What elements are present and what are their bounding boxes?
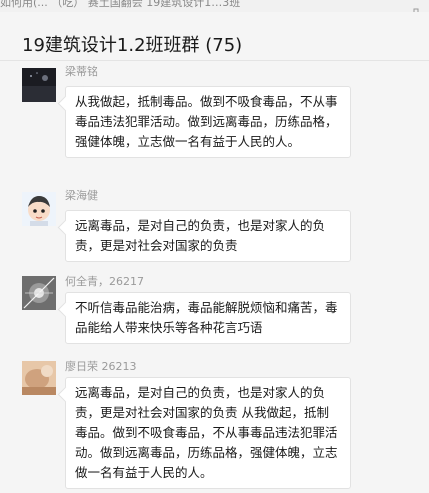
breadcrumb[interactable]: 如何用(... （吃） 赛土国翻会 19建筑设计1…3班	[0, 0, 240, 10]
chat-header: 19建筑设计1.2班班群 (75)	[0, 12, 429, 61]
child-cartoon-avatar-icon	[22, 192, 56, 226]
message-bubble[interactable]: 从我做起，抵制毒品。做到不吸食毒品，不从事毒品违法犯罪活动。做到远离毒品，历练品…	[65, 86, 351, 158]
window-tab-strip: 如何用(... （吃） 赛土国翻会 19建筑设计1…3班	[0, 0, 429, 12]
message-bubble[interactable]: 远离毒品，是对自己的负责，也是对家人的负责，更是对社会对国家的负责 从我做起，抵…	[65, 377, 351, 489]
message-bubble[interactable]: 远离毒品，是对自己的负责，也是对家人的负责，更是对社会对国家的负责	[65, 210, 351, 262]
chat-title[interactable]: 19建筑设计1.2班班群 (75)	[22, 31, 242, 57]
message-text: 从我做起，抵制毒品。做到不吸食毒品，不从事毒品违法犯罪活动。做到远离毒品，历练品…	[75, 94, 338, 149]
avatar[interactable]	[22, 276, 56, 310]
light-flare-avatar-icon	[22, 276, 56, 310]
avatar[interactable]	[22, 192, 56, 226]
sender-name: 廖日荣 26213	[65, 360, 137, 373]
avatar[interactable]	[22, 361, 56, 395]
avatar[interactable]	[22, 68, 56, 102]
sender-name: 梁海健	[65, 189, 98, 202]
dark-night-avatar-icon	[22, 68, 56, 102]
message-text: 远离毒品，是对自己的负责，也是对家人的负责，更是对社会对国家的负责 从我做起，抵…	[75, 385, 338, 480]
sender-name: 何全青，26217	[65, 275, 144, 288]
message-bubble[interactable]: 不听信毒品能治病，毒品能解脱烦恼和痛苦，毒品能给人带来快乐等各种花言巧语	[65, 292, 351, 344]
message-text: 远离毒品，是对自己的负责，也是对家人的负责，更是对社会对国家的负责	[75, 218, 326, 253]
warm-photo-avatar-icon	[22, 361, 56, 395]
message-text: 不听信毒品能治病，毒品能解脱烦恼和痛苦，毒品能给人带来快乐等各种花言巧语	[75, 300, 338, 335]
sender-name: 梁蒂铭	[65, 65, 98, 78]
